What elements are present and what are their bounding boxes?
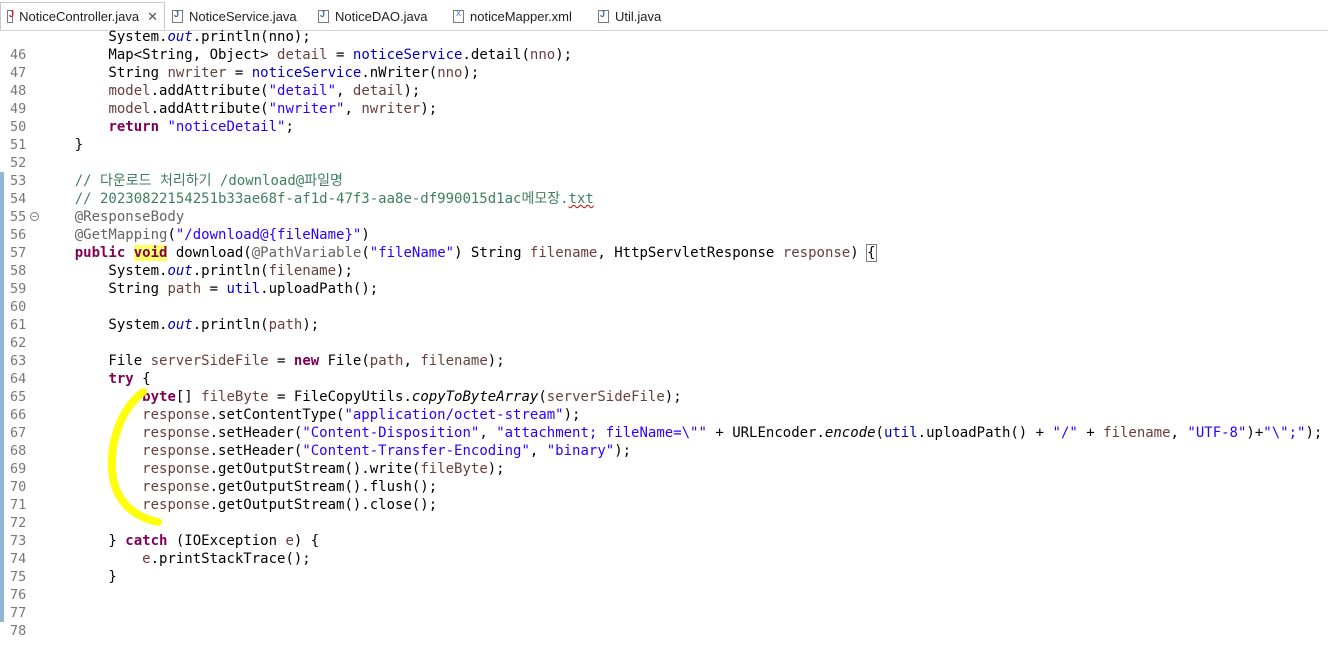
- tab-notice-service[interactable]: NoticeService.java: [166, 4, 297, 28]
- xml-file-icon: [453, 8, 464, 23]
- tab-label: Util.java: [615, 8, 662, 24]
- fold-collapse-icon[interactable]: −: [30, 212, 39, 221]
- code-line: 55 // 20230822154251b33ae68f-af1d-47f3-a…: [10, 191, 594, 225]
- code-line: 49 model.addAttribute("detail", detail);: [10, 83, 421, 117]
- code-line: 73: [10, 533, 27, 549]
- code-line: 54 // 다운로드 처리하기 /download@파일명: [10, 173, 343, 207]
- code-line: 50 model.addAttribute("nwriter", nwriter…: [10, 101, 438, 135]
- tab-label: NoticeDAO.java: [335, 8, 428, 24]
- editor-tab-bar: NoticeController.java ✕ NoticeService.ja…: [0, 0, 1328, 31]
- tab-label: NoticeService.java: [189, 8, 297, 24]
- code-line: 74 } catch (IOException e) {: [10, 533, 320, 567]
- code-line: 60 String path = util.uploadPath();: [10, 281, 379, 315]
- code-line: 67 response.setContentType("application/…: [10, 407, 581, 441]
- java-controller-file-icon: [7, 9, 14, 23]
- code-line: 64 File serverSideFile = new File(path, …: [10, 353, 505, 387]
- code-line: 52 }: [10, 137, 84, 171]
- tab-label: noticeMapper.xml: [470, 8, 572, 24]
- java-file-icon: [318, 9, 329, 23]
- code-line: 56 − @ResponseBody: [10, 209, 185, 243]
- matching-bracket: {: [866, 244, 877, 262]
- code-line: 61: [10, 317, 27, 333]
- code-line: 78: [10, 623, 27, 639]
- tab-util[interactable]: Util.java: [592, 4, 661, 28]
- tab-notice-mapper[interactable]: noticeMapper.xml: [447, 4, 572, 28]
- code-editor[interactable]: 46 System.out.println(nno); 47 Map<Strin…: [0, 29, 1328, 639]
- code-line: 58 public void download(@PathVariable("f…: [10, 244, 877, 279]
- code-line: 68 response.setHeader("Content-Dispositi…: [10, 425, 1323, 459]
- code-line: 66 byte[] fileByte = FileCopyUtils.copyT…: [10, 389, 682, 423]
- code-line: 77: [10, 605, 27, 621]
- tab-notice-controller[interactable]: NoticeController.java ✕: [0, 2, 165, 30]
- code-line: 57 @GetMapping("/download@{fileName}"): [10, 227, 370, 261]
- code-line: 47 Map<String, Object> detail = noticeSe…: [10, 47, 573, 81]
- code-line: 62 System.out.println(path);: [10, 317, 320, 351]
- code-line: 63: [10, 353, 27, 369]
- close-icon[interactable]: ✕: [147, 9, 158, 25]
- code-line: 53: [10, 173, 27, 189]
- code-line: 46 System.out.println(nno);: [10, 29, 311, 63]
- code-line: 71 response.getOutputStream().flush();: [10, 479, 438, 513]
- highlighted-void: void: [133, 245, 168, 261]
- java-file-icon: [172, 9, 183, 23]
- code-line: 72 response.getOutputStream().close();: [10, 497, 438, 531]
- code-line: 51 return "noticeDetail";: [10, 119, 294, 153]
- code-line: 70 response.getOutputStream().write(file…: [10, 461, 505, 495]
- code-line: 69 response.setHeader("Content-Transfer-…: [10, 443, 632, 477]
- code-line: 48 String nwriter = noticeService.nWrite…: [10, 65, 480, 99]
- java-file-icon: [598, 9, 609, 23]
- code-line: 65 try {: [10, 371, 151, 405]
- tab-label: NoticeController.java: [19, 9, 140, 24]
- code-line: 59 System.out.println(filename);: [10, 263, 353, 297]
- spelling-warning: txt: [568, 191, 594, 207]
- code-line: 76 }: [10, 569, 117, 603]
- code-line: 75 e.printStackTrace();: [10, 551, 311, 585]
- tab-notice-dao[interactable]: NoticeDAO.java: [312, 4, 427, 28]
